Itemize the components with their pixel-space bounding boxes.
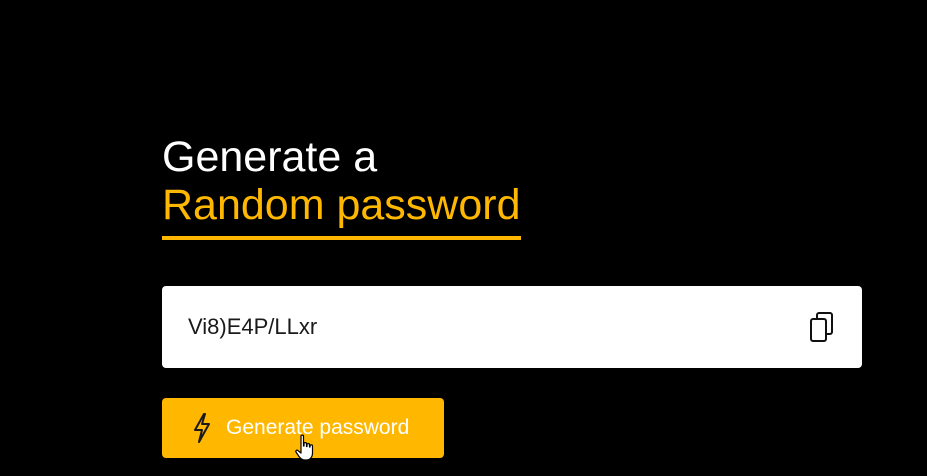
password-output-field[interactable]: Vi8)E4P/LLxr bbox=[162, 286, 862, 368]
title-line-1: Generate a bbox=[162, 133, 378, 181]
title-line-2-underlined: Random password bbox=[162, 180, 521, 240]
copy-button[interactable] bbox=[808, 311, 836, 343]
page-title: Generate a Random password bbox=[162, 134, 521, 240]
page: Generate a Random password Vi8)E4P/LLxr … bbox=[0, 0, 927, 476]
generate-password-button[interactable]: Generate password bbox=[162, 398, 444, 458]
generate-button-label: Generate password bbox=[226, 416, 410, 439]
generated-password-text[interactable]: Vi8)E4P/LLxr bbox=[188, 286, 317, 368]
lightning-bolt-icon bbox=[194, 413, 210, 443]
copy-icon bbox=[810, 312, 833, 342]
